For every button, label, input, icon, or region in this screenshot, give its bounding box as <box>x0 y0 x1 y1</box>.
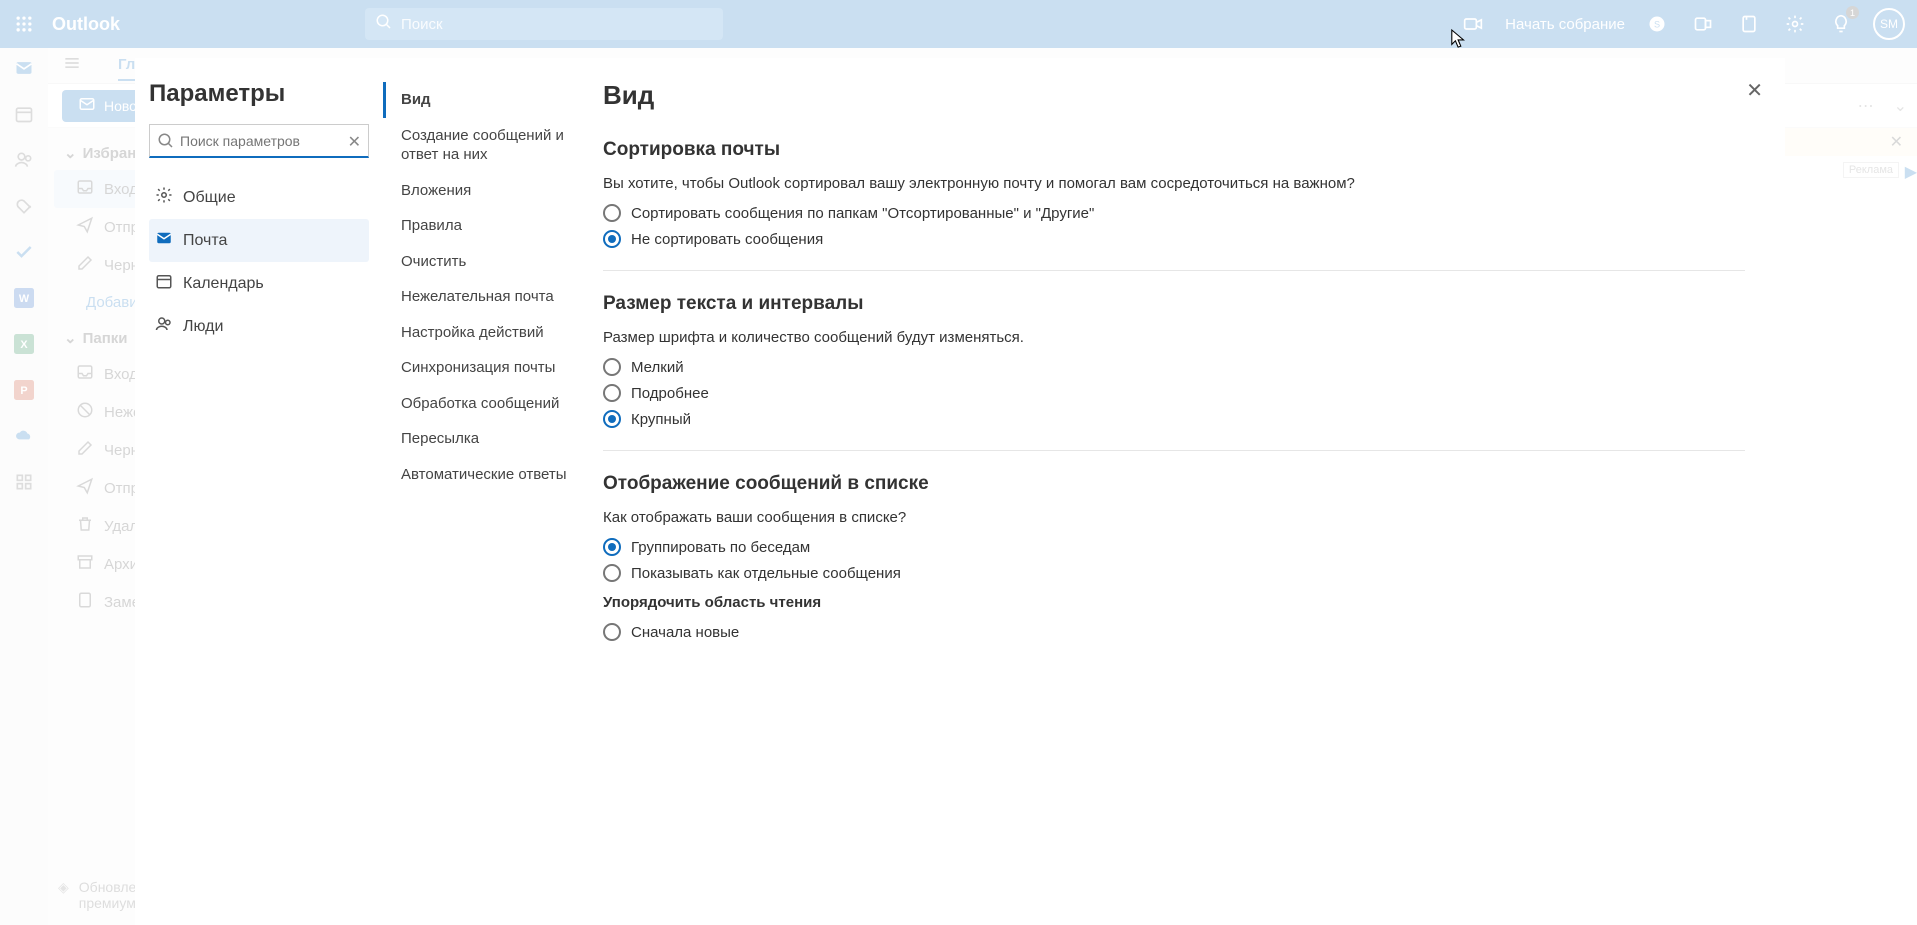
section-sort-lead: Вы хотите, чтобы Outlook сортировал вашу… <box>603 175 1745 192</box>
sub-view[interactable]: Вид <box>383 82 593 118</box>
people-icon <box>155 315 173 338</box>
settings-search[interactable]: ✕ <box>149 124 369 158</box>
settings-search-input[interactable] <box>149 124 369 158</box>
radio-text-large[interactable]: Крупный <box>603 410 1745 428</box>
settings-overlay: ✕ Параметры ✕ Общие Почта Календарь <box>0 0 1917 925</box>
radio-sort-focused[interactable]: Сортировать сообщения по папкам "Отсорти… <box>603 204 1745 222</box>
radio-text-small[interactable]: Мелкий <box>603 358 1745 376</box>
settings-category-pane: Параметры ✕ Общие Почта Календарь Люди <box>135 58 383 925</box>
dialog-close-icon[interactable]: ✕ <box>1746 78 1763 103</box>
sub-compose[interactable]: Создание сообщений и ответ на них <box>383 118 593 173</box>
section-display-heading: Отображение сообщений в списке <box>603 473 1745 495</box>
sub-rules[interactable]: Правила <box>383 208 593 244</box>
divider <box>603 270 1745 271</box>
radio-sort-none[interactable]: Не сортировать сообщения <box>603 230 1745 248</box>
settings-content-pane: Вид Сортировка почты Вы хотите, чтобы Ou… <box>593 58 1785 925</box>
sub-junk[interactable]: Нежелательная почта <box>383 279 593 315</box>
sub-forwarding[interactable]: Пересылка <box>383 421 593 457</box>
sub-actions[interactable]: Настройка действий <box>383 315 593 351</box>
category-people[interactable]: Люди <box>149 305 369 348</box>
section-sort-heading: Сортировка почты <box>603 139 1745 161</box>
section-order-lead: Упорядочить область чтения <box>603 594 1745 611</box>
radio-icon <box>603 384 621 402</box>
category-mail[interactable]: Почта <box>149 219 369 262</box>
radio-icon <box>603 358 621 376</box>
radio-individual-messages[interactable]: Показывать как отдельные сообщения <box>603 564 1745 582</box>
section-text-heading: Размер текста и интервалы <box>603 293 1745 315</box>
divider <box>603 450 1745 451</box>
radio-icon <box>603 623 621 641</box>
settings-title: Параметры <box>149 80 369 108</box>
radio-group-conversations[interactable]: Группировать по беседам <box>603 538 1745 556</box>
calendar-icon <box>155 272 173 295</box>
radio-text-medium[interactable]: Подробнее <box>603 384 1745 402</box>
settings-dialog: ✕ Параметры ✕ Общие Почта Календарь <box>135 58 1785 925</box>
mail-icon <box>155 229 173 252</box>
category-general[interactable]: Общие <box>149 176 369 219</box>
section-text-lead: Размер шрифта и количество сообщений буд… <box>603 329 1745 346</box>
page-heading: Вид <box>603 80 1745 111</box>
search-icon <box>157 132 175 155</box>
section-display-lead: Как отображать ваши сообщения в списке? <box>603 509 1745 526</box>
radio-icon <box>603 204 621 222</box>
gear-icon <box>155 186 173 209</box>
sub-attachments[interactable]: Вложения <box>383 173 593 209</box>
radio-newest-first[interactable]: Сначала новые <box>603 623 1745 641</box>
sub-sweep[interactable]: Очистить <box>383 244 593 280</box>
sub-sync[interactable]: Синхронизация почты <box>383 350 593 386</box>
radio-icon <box>603 410 621 428</box>
radio-icon <box>603 230 621 248</box>
category-calendar[interactable]: Календарь <box>149 262 369 305</box>
clear-search-icon[interactable]: ✕ <box>348 132 361 152</box>
sub-handling[interactable]: Обработка сообщений <box>383 386 593 422</box>
sub-autoreplies[interactable]: Автоматические ответы <box>383 457 593 493</box>
radio-icon <box>603 564 621 582</box>
settings-subsection-pane: Вид Создание сообщений и ответ на них Вл… <box>383 58 593 925</box>
radio-icon <box>603 538 621 556</box>
